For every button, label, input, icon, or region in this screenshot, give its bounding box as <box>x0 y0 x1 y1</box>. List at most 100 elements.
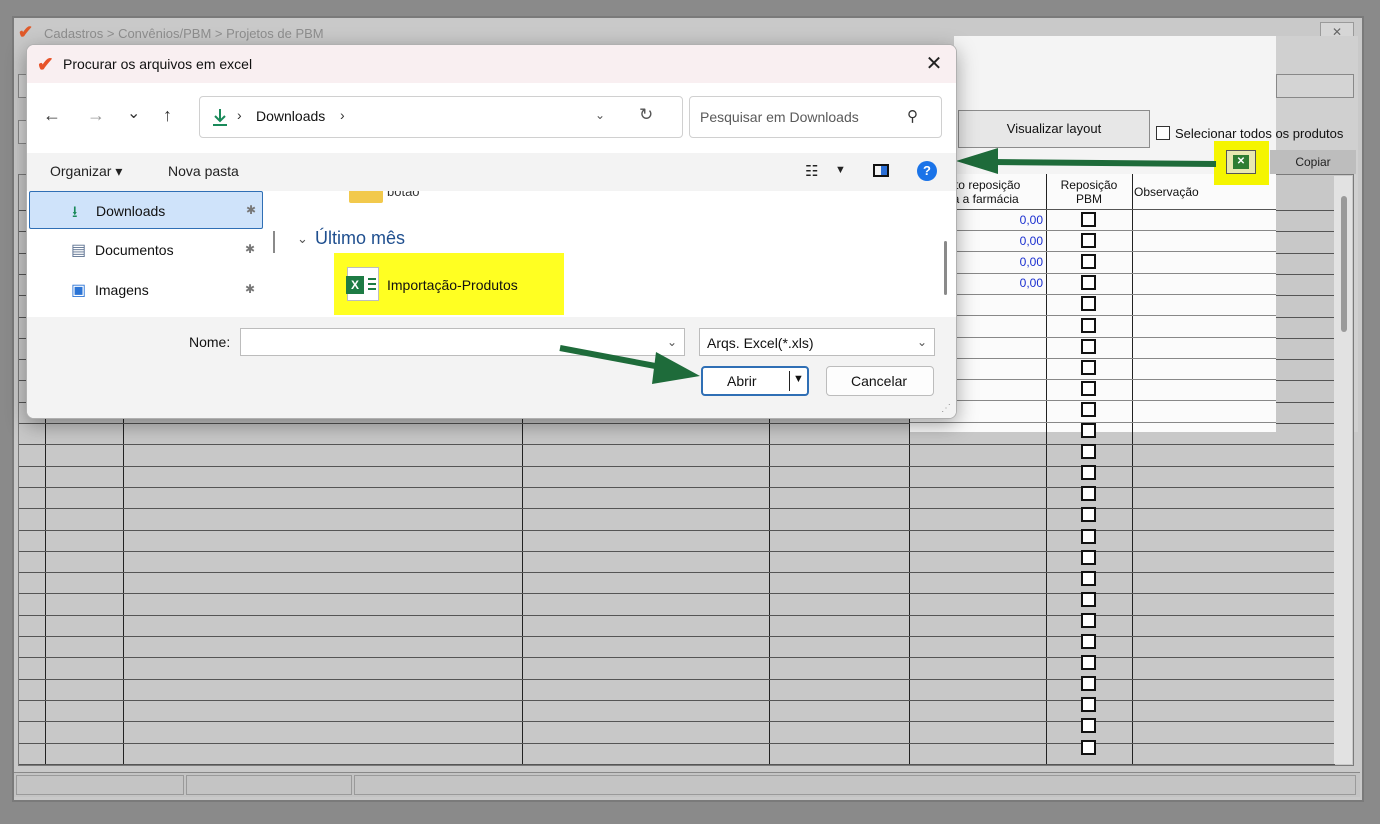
grid-row-line <box>910 379 1276 380</box>
grid-row-line <box>19 679 1335 680</box>
grid-row-line <box>910 315 1276 316</box>
reposicao-pbm-checkbox[interactable] <box>1081 296 1096 311</box>
checkbox-box[interactable] <box>1156 126 1170 140</box>
grid-row-line <box>19 764 1335 765</box>
pin-icon[interactable]: ✱ <box>246 203 256 217</box>
select-all-label: Selecionar todos os produtos <box>1175 126 1344 141</box>
header-line: PBM <box>1075 192 1102 206</box>
grid-row-line <box>910 294 1276 295</box>
reposicao-pbm-checkbox[interactable] <box>1081 339 1096 354</box>
grid-value: 0,00 <box>1019 234 1043 248</box>
grid-row-line <box>19 743 1335 744</box>
reposicao-pbm-checkbox[interactable] <box>1081 529 1096 544</box>
nav-item-documentos[interactable]: ▤ Documentos ✱ <box>29 231 263 269</box>
abrir-label[interactable]: Abrir <box>727 373 757 389</box>
grid-row-line <box>19 657 1335 658</box>
background-field[interactable] <box>1276 74 1354 98</box>
reposicao-pbm-checkbox[interactable] <box>1081 740 1096 755</box>
image-icon: ▣ <box>71 282 87 299</box>
nav-pane-scrollbar[interactable] <box>273 231 275 253</box>
breadcrumb-separator-icon[interactable]: › <box>340 107 345 123</box>
document-icon: ▤ <box>71 242 87 259</box>
nav-item-imagens[interactable]: ▣ Imagens ✱ <box>29 271 263 309</box>
reposicao-pbm-checkbox[interactable] <box>1081 486 1096 501</box>
pin-icon[interactable]: ✱ <box>245 282 255 296</box>
grid-value: 0,00 <box>1019 276 1043 290</box>
reposicao-pbm-checkbox[interactable] <box>1081 718 1096 733</box>
grid-row-line <box>19 466 1335 467</box>
grid-row-line <box>910 251 1276 252</box>
reposicao-pbm-checkbox[interactable] <box>1081 697 1096 712</box>
group-header[interactable]: Último mês <box>315 228 405 249</box>
nova-pasta-button[interactable]: Nova pasta <box>168 163 239 179</box>
reposicao-pbm-checkbox[interactable] <box>1081 233 1096 248</box>
reposicao-pbm-checkbox[interactable] <box>1081 254 1096 269</box>
grid-row-line <box>19 487 1335 488</box>
select-all-products-checkbox[interactable]: Selecionar todos os produtos <box>1156 126 1343 141</box>
file-type-value[interactable]: Arqs. Excel(*.xls) <box>707 335 814 351</box>
import-excel-button[interactable]: ✕ <box>1226 150 1256 174</box>
nav-item-downloads[interactable]: ⭳ Downloads ✱ <box>29 191 263 229</box>
column-header-observacao: Observação <box>1134 185 1199 199</box>
partial-folder-row[interactable]: botão <box>285 191 956 205</box>
reposicao-pbm-checkbox[interactable] <box>1081 676 1096 691</box>
organizar-menu-button[interactable]: Organizar ▾ <box>50 163 122 180</box>
grid-row-line <box>19 721 1335 722</box>
grid-row-line <box>19 508 1335 509</box>
status-cell <box>16 775 184 795</box>
view-dropdown-icon[interactable]: ▼ <box>835 164 846 176</box>
search-icon[interactable]: ⚲ <box>907 107 918 125</box>
reposicao-pbm-checkbox[interactable] <box>1081 634 1096 649</box>
grid-row-line <box>19 700 1335 701</box>
reposicao-pbm-checkbox[interactable] <box>1081 318 1096 333</box>
refresh-icon[interactable]: ↻ <box>639 105 653 125</box>
abrir-dropdown-icon[interactable]: ▼ <box>793 373 804 385</box>
recent-locations-chevron-icon[interactable]: ⌄ <box>127 103 140 123</box>
reposicao-pbm-checkbox[interactable] <box>1081 613 1096 628</box>
reposicao-pbm-checkbox[interactable] <box>1081 655 1096 670</box>
up-arrow-icon[interactable]: ↑ <box>163 105 172 126</box>
download-icon: ⭳ <box>72 204 78 221</box>
resize-grip-icon[interactable]: ⋰ <box>941 403 951 414</box>
reposicao-pbm-checkbox[interactable] <box>1081 275 1096 290</box>
pin-icon[interactable]: ✱ <box>245 242 255 256</box>
reposicao-pbm-checkbox[interactable] <box>1081 465 1096 480</box>
reposicao-pbm-checkbox[interactable] <box>1081 423 1096 438</box>
view-options-icon[interactable]: ☷ <box>805 162 818 180</box>
file-type-dropdown-icon[interactable]: ⌄ <box>917 335 927 349</box>
reposicao-pbm-checkbox[interactable] <box>1081 444 1096 459</box>
reposicao-pbm-checkbox[interactable] <box>1081 507 1096 522</box>
copiar-tab[interactable]: Copiar <box>1270 150 1356 174</box>
reposicao-pbm-checkbox[interactable] <box>1081 381 1096 396</box>
grid-row-line <box>19 593 1335 594</box>
status-bar <box>14 772 1360 797</box>
reposicao-pbm-checkbox[interactable] <box>1081 592 1096 607</box>
folder-icon <box>349 191 383 203</box>
preview-pane-icon[interactable] <box>873 164 889 177</box>
help-icon[interactable]: ? <box>917 161 937 181</box>
back-arrow-icon[interactable]: ← <box>43 105 61 126</box>
reposicao-pbm-checkbox[interactable] <box>1081 571 1096 586</box>
breadcrumb: Cadastros > Convênios/PBM > Projetos de … <box>44 26 324 41</box>
reposicao-pbm-checkbox[interactable] <box>1081 360 1096 375</box>
excel-letter: X <box>346 276 364 294</box>
nav-item-label: Imagens <box>95 282 149 298</box>
forward-arrow-icon[interactable]: → <box>87 105 105 126</box>
excel-file-icon: X <box>346 267 379 301</box>
grid-row-line <box>910 230 1276 231</box>
breadcrumb-separator-icon: › <box>237 107 242 123</box>
file-name[interactable]: Importação-Produtos <box>387 277 518 293</box>
reposicao-pbm-checkbox[interactable] <box>1081 550 1096 565</box>
group-collapse-chevron-icon[interactable]: ⌄ <box>297 231 308 247</box>
address-location[interactable]: Downloads <box>256 108 325 124</box>
reposicao-pbm-checkbox[interactable] <box>1081 402 1096 417</box>
grid-row-line <box>910 400 1276 401</box>
address-dropdown-icon[interactable]: ⌄ <box>595 108 605 122</box>
file-list-scrollbar[interactable] <box>944 241 947 295</box>
reposicao-pbm-checkbox[interactable] <box>1081 212 1096 227</box>
abrir-split-divider <box>789 371 790 391</box>
dialog-close-button[interactable]: ✕ <box>920 51 948 77</box>
cancelar-label[interactable]: Cancelar <box>851 373 907 389</box>
search-placeholder[interactable]: Pesquisar em Downloads <box>700 109 859 125</box>
grid-scrollbar-thumb[interactable] <box>1341 196 1347 332</box>
